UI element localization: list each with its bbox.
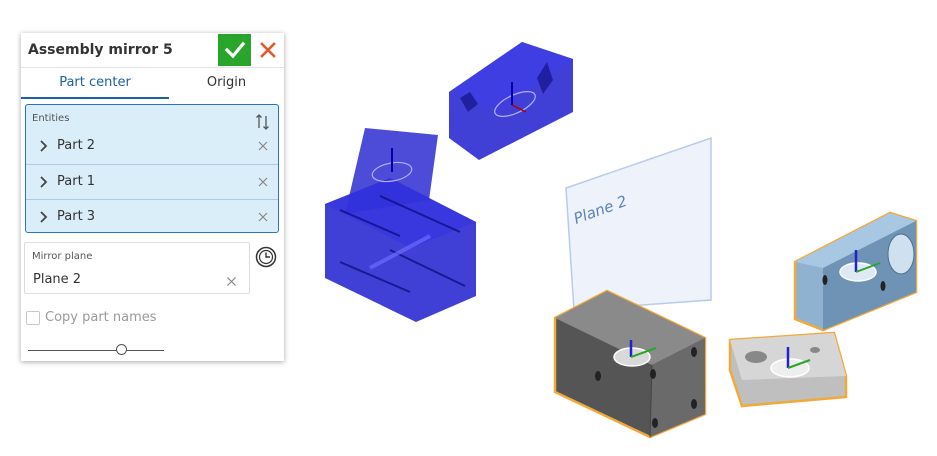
list-item[interactable]: Part 2: [26, 129, 278, 164]
plane-2: Plane 2: [565, 136, 712, 311]
dialog-header: Assembly mirror 5: [21, 33, 284, 67]
part-2-selected: [553, 289, 707, 439]
chevron-right-icon[interactable]: [38, 140, 50, 152]
part-1-selected: [793, 211, 918, 332]
mirror-plane-label: Mirror plane: [32, 251, 93, 262]
chevron-right-icon[interactable]: [38, 176, 50, 188]
remove-icon[interactable]: [257, 211, 269, 223]
transparency-slider[interactable]: [28, 342, 165, 358]
entity-label: Part 2: [57, 138, 96, 153]
copy-part-names-label: Copy part names: [45, 310, 157, 325]
entity-label: Part 1: [57, 174, 96, 189]
mirrored-part-top: [449, 42, 573, 160]
tab-origin[interactable]: Origin: [169, 68, 284, 97]
3d-viewport[interactable]: Plane 2: [290, 0, 937, 456]
remove-icon[interactable]: [257, 140, 269, 152]
dialog-title: Assembly mirror 5: [28, 42, 173, 58]
mirror-plane-field[interactable]: Mirror plane Plane 2: [24, 242, 250, 294]
chevron-right-icon[interactable]: [38, 211, 50, 223]
entity-label: Part 3: [57, 209, 96, 224]
assembly-mirror-dialog: Assembly mirror 5 Part center Origin Ent…: [21, 33, 284, 361]
entities-label: Entities: [32, 113, 70, 124]
slider-track: [28, 350, 164, 351]
close-icon: [260, 42, 276, 58]
clock-icon[interactable]: [255, 246, 277, 268]
tab-bar: Part center Origin: [21, 67, 284, 99]
checkbox[interactable]: [26, 311, 40, 325]
cancel-button[interactable]: [255, 36, 281, 64]
entities-field[interactable]: Entities Part 2 Part 1 Part 3: [25, 104, 279, 233]
list-item[interactable]: Part 1: [26, 164, 278, 200]
list-item[interactable]: Part 3: [26, 199, 278, 235]
tab-part-center[interactable]: Part center: [21, 68, 169, 99]
slider-thumb[interactable]: [116, 344, 128, 355]
accept-button[interactable]: [218, 34, 251, 66]
check-icon: [224, 41, 245, 59]
mirrored-part-bottom: [325, 128, 476, 322]
mirror-plane-value: Plane 2: [33, 272, 82, 287]
part-3-selected: [728, 331, 848, 408]
remove-icon[interactable]: [257, 176, 269, 188]
remove-icon[interactable]: [226, 276, 237, 287]
